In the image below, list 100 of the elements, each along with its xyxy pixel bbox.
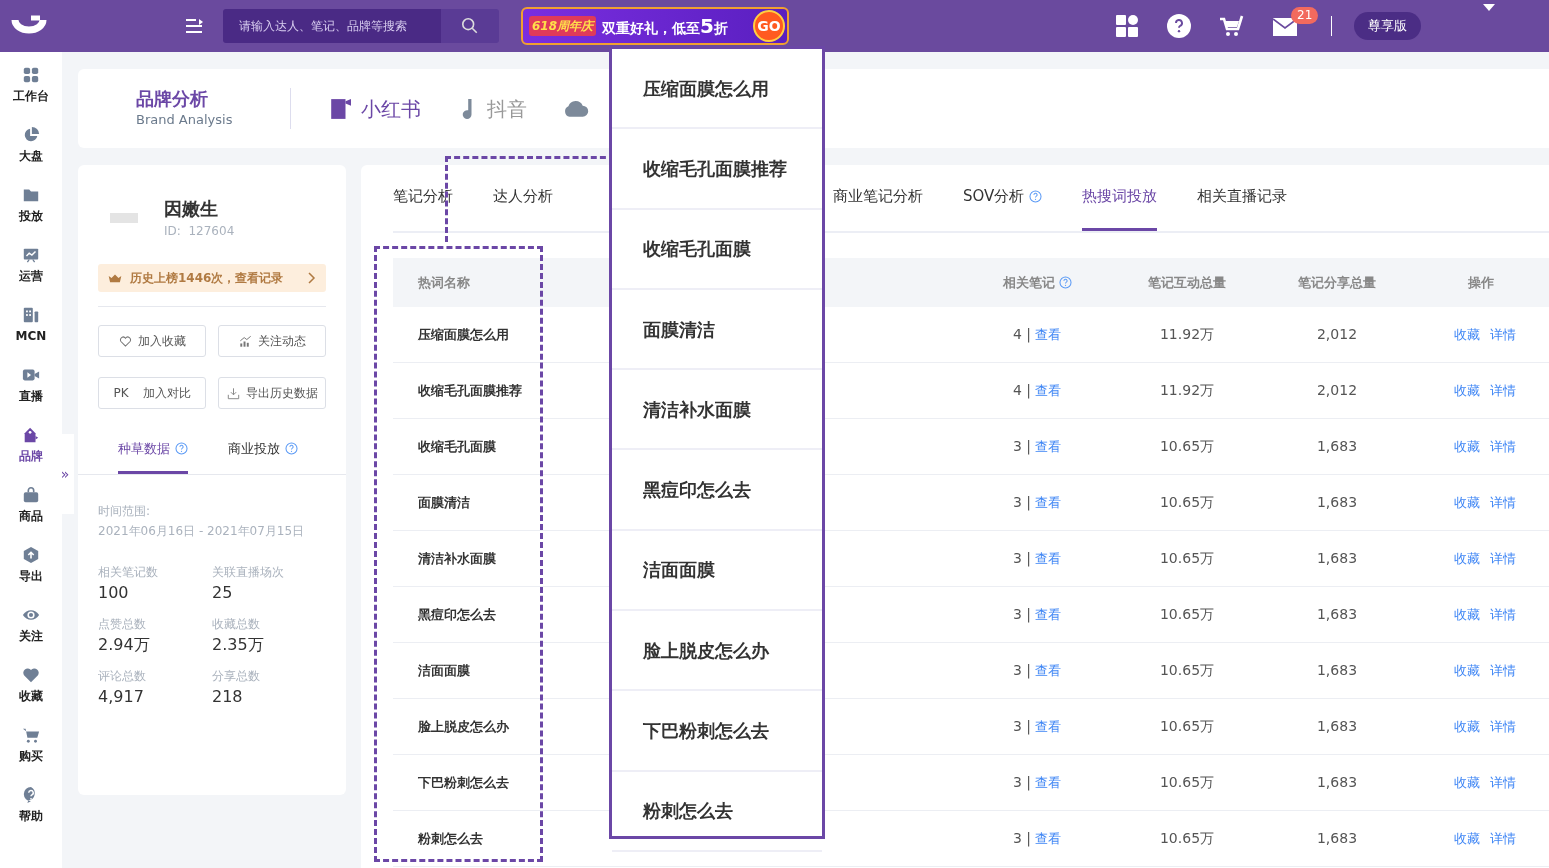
heart-icon [22, 666, 40, 684]
action-link[interactable]: 详情 [1490, 380, 1516, 401]
action-link[interactable]: 详情 [1490, 492, 1516, 513]
view-link[interactable]: 查看 [1035, 604, 1062, 625]
sidebar-item[interactable]: 导出 [19, 546, 43, 606]
stat-value: 2.35万 [212, 633, 265, 656]
note-count: 4 | [1012, 381, 1032, 401]
popup-item: 压缩面膜怎么用 [612, 49, 822, 130]
stat-label: 点赞总数 [98, 615, 147, 633]
sidebar-item[interactable]: 商品 [19, 486, 43, 546]
table-cell: 10.65万 [1112, 531, 1262, 587]
data-tab[interactable]: 商业投放 [228, 439, 298, 474]
date-range-label: 时间范围: [98, 502, 152, 520]
table-cell: 10.65万 [1112, 755, 1262, 811]
view-link[interactable]: 查看 [1035, 716, 1062, 737]
sidebar-item[interactable]: MCN [15, 306, 47, 366]
menu-icon[interactable] [185, 18, 203, 34]
sidebar-item[interactable]: 收藏 [19, 666, 43, 726]
caret-icon[interactable] [1483, 4, 1495, 13]
promo-text: 双重好礼，低至5折 [602, 13, 728, 40]
data-tab[interactable]: 种草数据 [118, 439, 188, 474]
view-link[interactable]: 查看 [1035, 772, 1062, 793]
popup-item: 面膜清洁 [612, 289, 822, 371]
note-count: 3 | [1012, 437, 1032, 457]
note-count: 3 | [1012, 829, 1032, 849]
sidebar-item[interactable]: 工作台 [13, 66, 49, 126]
search-button[interactable] [441, 9, 499, 43]
content-tab[interactable]: SOV分析 [963, 165, 1043, 231]
sidebar-item[interactable]: 运营 [19, 246, 43, 306]
ranking-history-link[interactable]: 历史上榜1446次，查看记录 [98, 264, 326, 292]
action-link[interactable]: 收藏 [1454, 492, 1480, 513]
action-button[interactable]: PK 加入对比 [98, 377, 206, 409]
grid-icon [22, 66, 40, 84]
action-button[interactable]: 关注动态 [218, 325, 326, 357]
plan-button[interactable]: 尊享版 [1354, 12, 1421, 40]
content-tab[interactable]: 达人分析 [493, 165, 553, 231]
popup-item: 粉刺怎么去 [612, 771, 822, 852]
view-link[interactable]: 查看 [1035, 436, 1062, 457]
brand-id: ID: 127604 [164, 223, 235, 240]
promo-banner[interactable]: 618周年庆 双重好礼，低至5折 GO [521, 7, 789, 45]
content-tab[interactable]: 相关直播记录 [1197, 165, 1288, 231]
content-tab[interactable]: 热搜词投放 [1082, 165, 1158, 231]
tag-icon [22, 426, 40, 444]
help-icon [285, 442, 298, 456]
content-tab[interactable]: 商业笔记分析 [833, 165, 923, 231]
action-button[interactable]: 导出历史数据 [218, 377, 326, 409]
pk-label: PK [113, 385, 129, 402]
sidebar-item[interactable]: 帮助 [19, 786, 43, 846]
sidebar-item[interactable]: 大盘 [19, 126, 43, 186]
shopping-bag-icon [22, 486, 40, 504]
table-cell: 1,683 [1262, 475, 1412, 531]
stat-label: 评论总数 [98, 667, 147, 685]
action-link[interactable]: 收藏 [1454, 716, 1480, 737]
action-link[interactable]: 详情 [1490, 436, 1516, 457]
platform-tab[interactable]: 抖音 [455, 93, 528, 124]
view-link[interactable]: 查看 [1035, 660, 1062, 681]
column-header: 相关笔记 [962, 258, 1112, 307]
sidebar-item[interactable]: 投放 [19, 186, 43, 246]
action-link[interactable]: 收藏 [1454, 324, 1480, 345]
view-link[interactable]: 查看 [1035, 548, 1062, 569]
action-link[interactable]: 收藏 [1454, 660, 1480, 681]
action-link[interactable]: 收藏 [1454, 604, 1480, 625]
action-link[interactable]: 详情 [1490, 660, 1516, 681]
apps-grid-icon[interactable] [1115, 14, 1139, 38]
action-link[interactable]: 详情 [1490, 548, 1516, 569]
search-field[interactable]: 请输入达人、笔记、品牌等搜索 [223, 9, 441, 43]
sidebar-item[interactable]: 关注 [19, 606, 43, 666]
go-button[interactable]: GO [753, 10, 785, 42]
action-link[interactable]: 详情 [1490, 716, 1516, 737]
help-icon[interactable] [1167, 14, 1191, 38]
action-link[interactable]: 详情 [1490, 324, 1516, 345]
view-link[interactable]: 查看 [1035, 324, 1062, 345]
help-icon [175, 442, 188, 456]
mail-icon[interactable] [1273, 17, 1297, 36]
pie-chart-icon [22, 126, 40, 144]
action-link[interactable]: 收藏 [1454, 828, 1480, 849]
action-link[interactable]: 详情 [1490, 604, 1516, 625]
action-link[interactable]: 详情 [1490, 828, 1516, 849]
table-cell: 1,683 [1262, 419, 1412, 475]
view-link[interactable]: 查看 [1035, 828, 1062, 849]
promo-tag: 618周年庆 [529, 16, 597, 36]
action-link[interactable]: 收藏 [1454, 380, 1480, 401]
chevron-right-icon [308, 272, 316, 284]
action-link[interactable]: 详情 [1490, 772, 1516, 793]
sidebar-item[interactable]: 品牌 [19, 426, 43, 486]
popup-item: 洁面面膜 [612, 530, 822, 612]
sidebar-item[interactable]: 购买 [19, 726, 43, 786]
popup-item: 脸上脱皮怎么办 [612, 611, 822, 692]
view-link[interactable]: 查看 [1035, 380, 1062, 401]
table-cell: 10.65万 [1112, 587, 1262, 643]
cart-icon[interactable] [1219, 15, 1245, 37]
sidebar-item[interactable]: 直播 [19, 366, 43, 426]
view-link[interactable]: 查看 [1035, 492, 1062, 513]
action-link[interactable]: 收藏 [1454, 772, 1480, 793]
platform-tab[interactable]: 小红书 [329, 93, 422, 124]
brand-logo [110, 212, 138, 223]
action-link[interactable]: 收藏 [1454, 548, 1480, 569]
stat-value: 25 [212, 581, 234, 604]
action-button[interactable]: 加入收藏 [98, 325, 206, 357]
action-link[interactable]: 收藏 [1454, 436, 1480, 457]
